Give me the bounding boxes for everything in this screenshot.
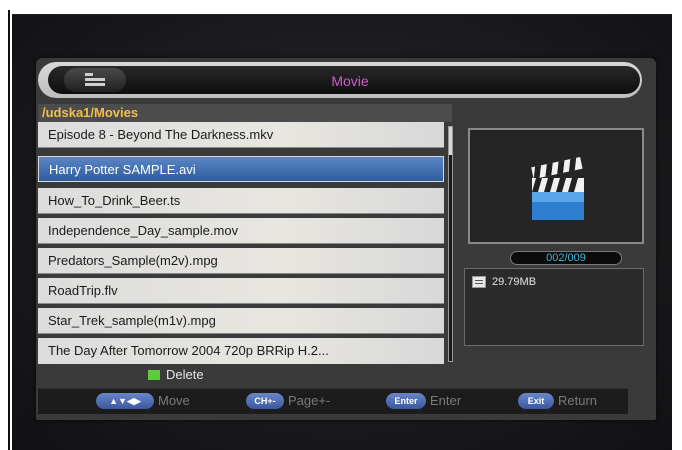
file-list-item-selected[interactable]: Harry Potter SAMPLE.avi bbox=[38, 156, 444, 182]
file-list-item[interactable]: Star_Trek_sample(m1v).mpg bbox=[38, 308, 444, 334]
exit-key-pill: Exit bbox=[518, 393, 554, 409]
page-help-label: Page+- bbox=[288, 393, 331, 408]
scrollbar-thumb[interactable] bbox=[449, 127, 452, 155]
green-key-icon bbox=[148, 370, 160, 380]
file-list-item[interactable]: The Day After Tomorrow 2004 720p BRRip H… bbox=[38, 338, 444, 364]
page-title: Movie bbox=[331, 73, 369, 89]
folder-path: /udska1/Movies bbox=[38, 104, 452, 122]
file-list-item[interactable]: Episode 8 - Beyond The Darkness.mkv bbox=[38, 122, 444, 148]
move-key-pill: ▲▼◀▶ bbox=[96, 393, 154, 409]
return-help-label: Return bbox=[558, 393, 598, 408]
menu-icon bbox=[85, 73, 105, 87]
menu-button[interactable] bbox=[64, 68, 126, 92]
page-key-pill: CH+- bbox=[246, 393, 284, 409]
file-list-item[interactable]: RoadTrip.flv bbox=[38, 278, 444, 304]
file-list-scrollbar[interactable] bbox=[448, 126, 453, 362]
enter-key-pill: Enter bbox=[386, 393, 426, 409]
movie-clapperboard-icon bbox=[531, 156, 584, 220]
enter-help-label: Enter bbox=[430, 393, 462, 408]
move-help-label: Move bbox=[158, 393, 190, 408]
preview-pane bbox=[468, 128, 644, 244]
file-size: 29.79MB bbox=[492, 276, 537, 288]
delete-action[interactable]: Delete bbox=[166, 366, 204, 384]
file-info-panel bbox=[464, 268, 644, 346]
bezel-edge bbox=[8, 10, 10, 450]
file-list: Episode 8 - Beyond The Darkness.mkv Harr… bbox=[38, 122, 444, 368]
file-list-item[interactable]: Independence_Day_sample.mov bbox=[38, 218, 444, 244]
document-icon bbox=[472, 276, 486, 288]
file-list-item[interactable]: Predators_Sample(m2v).mpg bbox=[38, 248, 444, 274]
file-counter: 002/009 bbox=[510, 251, 622, 265]
file-list-item[interactable]: How_To_Drink_Beer.ts bbox=[38, 188, 444, 214]
